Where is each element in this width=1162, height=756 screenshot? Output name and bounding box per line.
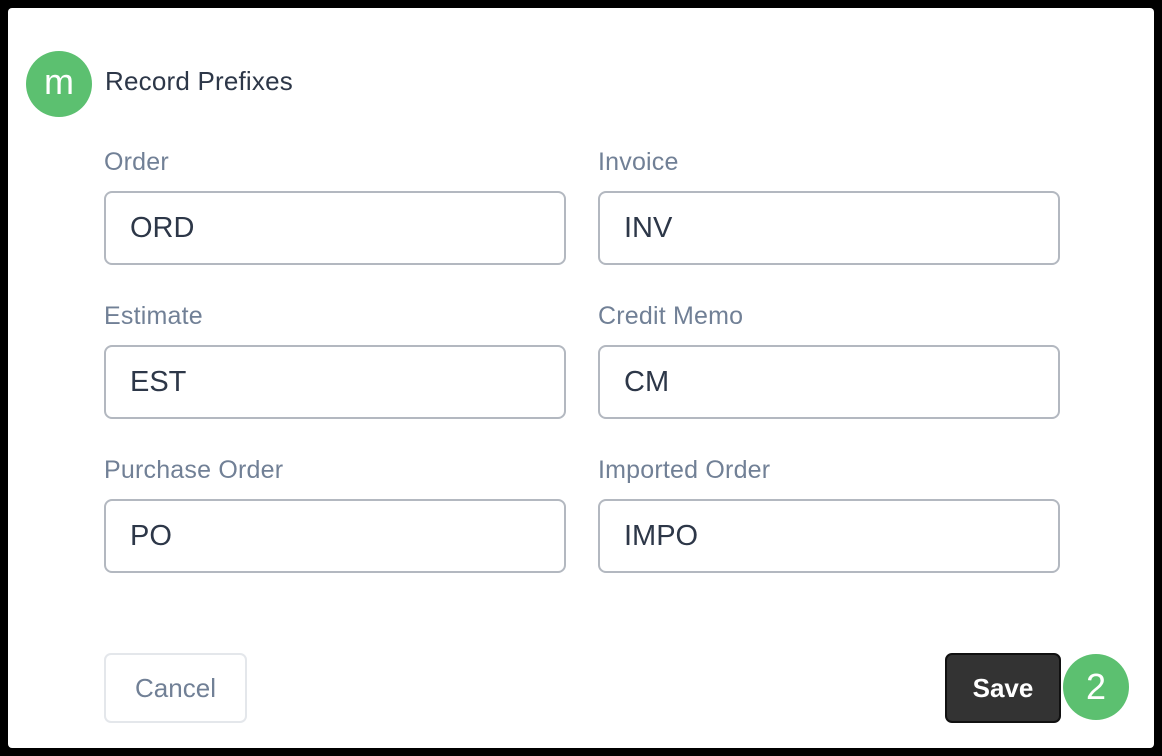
invoice-label: Invoice <box>598 148 679 176</box>
step-number-badge: 2 <box>1063 654 1129 720</box>
dialog-title: Record Prefixes <box>105 66 293 96</box>
save-button[interactable]: Save <box>945 653 1061 723</box>
order-label: Order <box>104 148 169 176</box>
app-logo-badge: m <box>26 51 92 117</box>
estimate-prefix-input[interactable] <box>104 345 566 419</box>
order-prefix-input[interactable] <box>104 191 566 265</box>
imported-order-prefix-input[interactable] <box>598 499 1060 573</box>
credit-memo-prefix-input[interactable] <box>598 345 1060 419</box>
purchase-order-prefix-input[interactable] <box>104 499 566 573</box>
credit-memo-label: Credit Memo <box>598 302 744 330</box>
imported-order-label: Imported Order <box>598 456 771 484</box>
record-prefixes-dialog: m Record Prefixes Order Invoice Estimate… <box>8 8 1154 748</box>
estimate-label: Estimate <box>104 302 203 330</box>
invoice-prefix-input[interactable] <box>598 191 1060 265</box>
cancel-button[interactable]: Cancel <box>104 653 247 723</box>
purchase-order-label: Purchase Order <box>104 456 284 484</box>
